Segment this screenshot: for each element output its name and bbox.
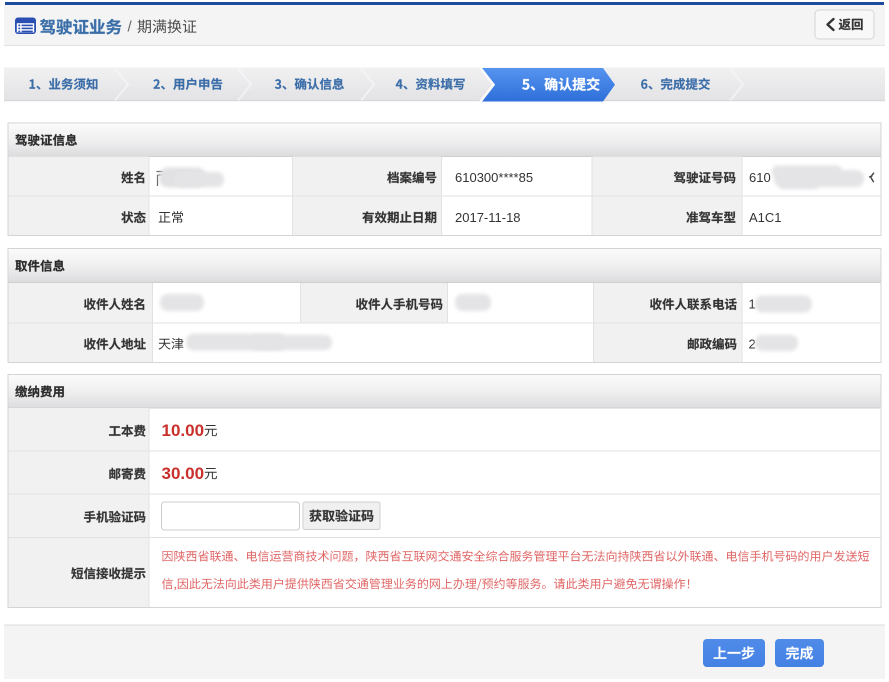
svg-text:2: 2 [749,336,756,351]
svg-text:10.00: 10.00 [162,421,205,440]
svg-text:30.00: 30.00 [162,464,205,483]
svg-text:610300****85: 610300****85 [455,170,533,185]
svg-text:2017-11-18: 2017-11-18 [455,210,521,225]
svg-text:1: 1 [749,297,756,312]
svg-text:610: 610 [749,170,771,185]
svg-text:A1C1: A1C1 [749,210,782,225]
